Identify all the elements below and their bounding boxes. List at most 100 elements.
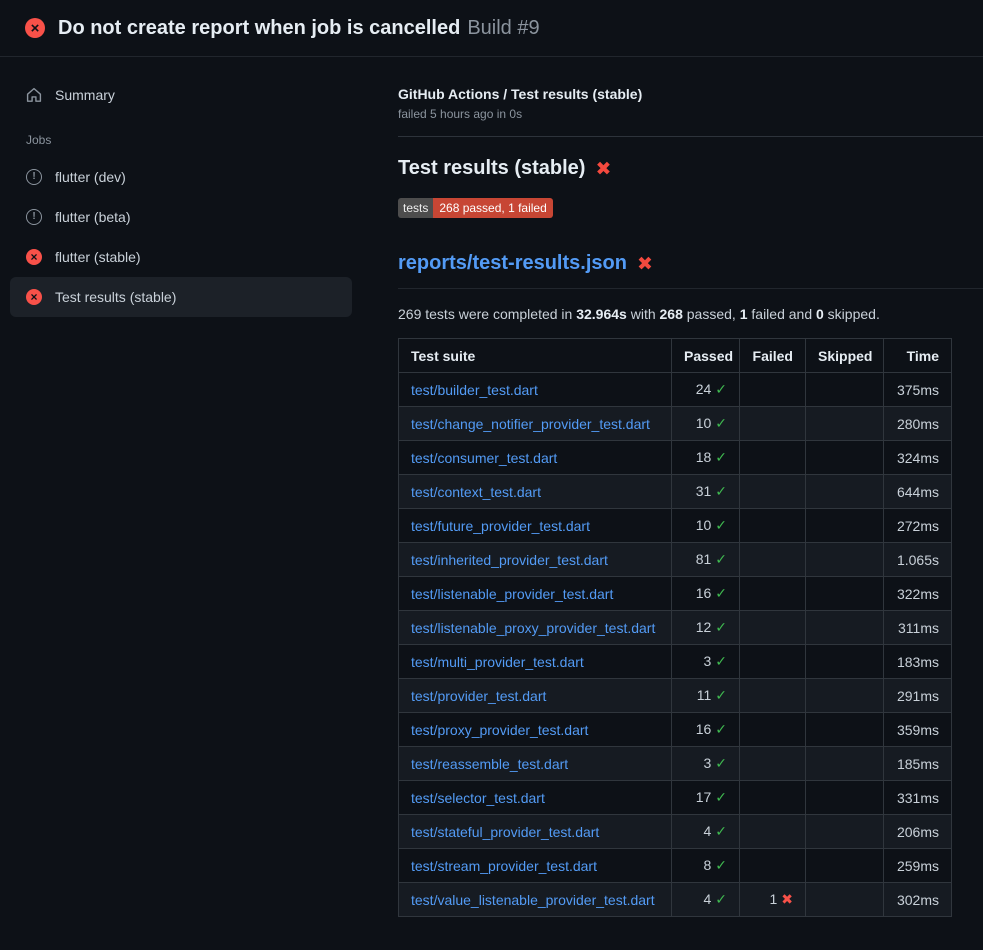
suite-link[interactable]: test/proxy_provider_test.dart <box>411 722 588 738</box>
suite-link[interactable]: test/change_notifier_provider_test.dart <box>411 416 650 432</box>
passed-cell: 12✓ <box>672 611 740 645</box>
time-cell: 331ms <box>884 781 952 815</box>
check-icon: ✓ <box>715 653 727 669</box>
skipped-cell <box>806 883 884 917</box>
check-icon: ✓ <box>715 857 727 873</box>
table-row: test/multi_provider_test.dart 3✓ 183ms <box>399 645 952 679</box>
table-row: test/selector_test.dart 17✓ 331ms <box>399 781 952 815</box>
check-icon: ✓ <box>715 483 727 499</box>
time-cell: 183ms <box>884 645 952 679</box>
skipped-cell <box>806 713 884 747</box>
skipped-cell <box>806 543 884 577</box>
check-icon: ✓ <box>715 687 727 703</box>
report-file-link[interactable]: reports/test-results.json <box>398 252 627 275</box>
jobs-list: ! flutter (dev) ! flutter (beta) × flutt… <box>10 157 352 317</box>
check-icon: ✓ <box>715 415 727 431</box>
table-row: test/proxy_provider_test.dart 16✓ 359ms <box>399 713 952 747</box>
skipped-cell <box>806 373 884 407</box>
suite-link[interactable]: test/listenable_provider_test.dart <box>411 586 613 602</box>
suite-link[interactable]: test/provider_test.dart <box>411 688 546 704</box>
sidebar-item-label: Summary <box>55 87 115 103</box>
suite-link[interactable]: test/inherited_provider_test.dart <box>411 552 608 568</box>
report-file-heading[interactable]: reports/test-results.json ✖ <box>398 252 983 289</box>
failed-cell <box>740 441 806 475</box>
skipped-cell <box>806 407 884 441</box>
badge-label: tests <box>398 198 433 218</box>
badge-value: 268 passed, 1 failed <box>433 198 552 218</box>
table-row: test/builder_test.dart 24✓ 375ms <box>399 373 952 407</box>
time-cell: 206ms <box>884 815 952 849</box>
suite-link[interactable]: test/selector_test.dart <box>411 790 545 806</box>
sidebar-job-item[interactable]: × flutter (stable) <box>10 237 352 277</box>
suite-link[interactable]: test/context_test.dart <box>411 484 541 500</box>
main-panel: GitHub Actions / Test results (stable) f… <box>352 57 983 917</box>
check-icon: ✓ <box>715 721 727 737</box>
check-icon: ✓ <box>715 823 727 839</box>
passed-cell: 4✓ <box>672 883 740 917</box>
table-row: test/inherited_provider_test.dart 81✓ 1.… <box>399 543 952 577</box>
failed-cell <box>740 747 806 781</box>
failed-cell <box>740 543 806 577</box>
table-row: test/stateful_provider_test.dart 4✓ 206m… <box>399 815 952 849</box>
sidebar-item-label: flutter (dev) <box>55 169 126 185</box>
time-cell: 185ms <box>884 747 952 781</box>
passed-cell: 16✓ <box>672 713 740 747</box>
time-cell: 302ms <box>884 883 952 917</box>
suite-link[interactable]: test/future_provider_test.dart <box>411 518 590 534</box>
suite-link[interactable]: test/stateful_provider_test.dart <box>411 824 599 840</box>
skipped-cell <box>806 509 884 543</box>
check-icon: ✓ <box>715 585 727 601</box>
build-header: × Do not create report when job is cance… <box>0 0 983 57</box>
failed-cell <box>740 645 806 679</box>
skipped-cell <box>806 781 884 815</box>
sidebar-job-item[interactable]: ! flutter (dev) <box>10 157 352 197</box>
x-circle-icon: × <box>26 249 42 265</box>
table-row: test/provider_test.dart 11✓ 291ms <box>399 679 952 713</box>
failed-cell <box>740 509 806 543</box>
table-row: test/context_test.dart 31✓ 644ms <box>399 475 952 509</box>
failed-cell <box>740 611 806 645</box>
suite-link[interactable]: test/value_listenable_provider_test.dart <box>411 892 655 908</box>
skipped-cell <box>806 475 884 509</box>
col-header-test-suite: Test suite <box>399 339 672 373</box>
tests-badge: tests 268 passed, 1 failed <box>398 198 553 218</box>
page-title: Do not create report when job is cancell… <box>58 17 540 40</box>
passed-cell: 81✓ <box>672 543 740 577</box>
failed-cell: 1✖ <box>740 883 806 917</box>
failed-cell <box>740 849 806 883</box>
check-icon: ✓ <box>715 517 727 533</box>
suite-link[interactable]: test/listenable_proxy_provider_test.dart <box>411 620 655 636</box>
sidebar-job-item[interactable]: ! flutter (beta) <box>10 197 352 237</box>
suite-link[interactable]: test/consumer_test.dart <box>411 450 557 466</box>
time-cell: 280ms <box>884 407 952 441</box>
table-row: test/future_provider_test.dart 10✓ 272ms <box>399 509 952 543</box>
time-cell: 311ms <box>884 611 952 645</box>
passed-cell: 31✓ <box>672 475 740 509</box>
passed-cell: 4✓ <box>672 815 740 849</box>
passed-cell: 24✓ <box>672 373 740 407</box>
failed-cell <box>740 475 806 509</box>
check-icon: ✓ <box>715 891 727 907</box>
sidebar-job-item[interactable]: × Test results (stable) <box>10 277 352 317</box>
passed-cell: 11✓ <box>672 679 740 713</box>
results-summary-text: 269 tests were completed in 32.964s with… <box>398 306 951 322</box>
suite-link[interactable]: test/stream_provider_test.dart <box>411 858 597 874</box>
skipped-cell <box>806 577 884 611</box>
time-cell: 375ms <box>884 373 952 407</box>
suite-link[interactable]: test/reassemble_test.dart <box>411 756 568 772</box>
passed-cell: 10✓ <box>672 407 740 441</box>
check-icon: ✓ <box>715 619 727 635</box>
divider <box>398 136 983 137</box>
passed-cell: 3✓ <box>672 747 740 781</box>
skipped-cell <box>806 747 884 781</box>
table-row: test/listenable_proxy_provider_test.dart… <box>399 611 952 645</box>
neutral-circle-icon: ! <box>26 209 42 225</box>
failed-cell <box>740 815 806 849</box>
breadcrumb: GitHub Actions / Test results (stable) <box>398 86 951 102</box>
sidebar-item-summary[interactable]: Summary <box>10 75 352 115</box>
skipped-cell <box>806 611 884 645</box>
suite-link[interactable]: test/builder_test.dart <box>411 382 538 398</box>
failed-cell <box>740 781 806 815</box>
table-row: test/consumer_test.dart 18✓ 324ms <box>399 441 952 475</box>
suite-link[interactable]: test/multi_provider_test.dart <box>411 654 584 670</box>
